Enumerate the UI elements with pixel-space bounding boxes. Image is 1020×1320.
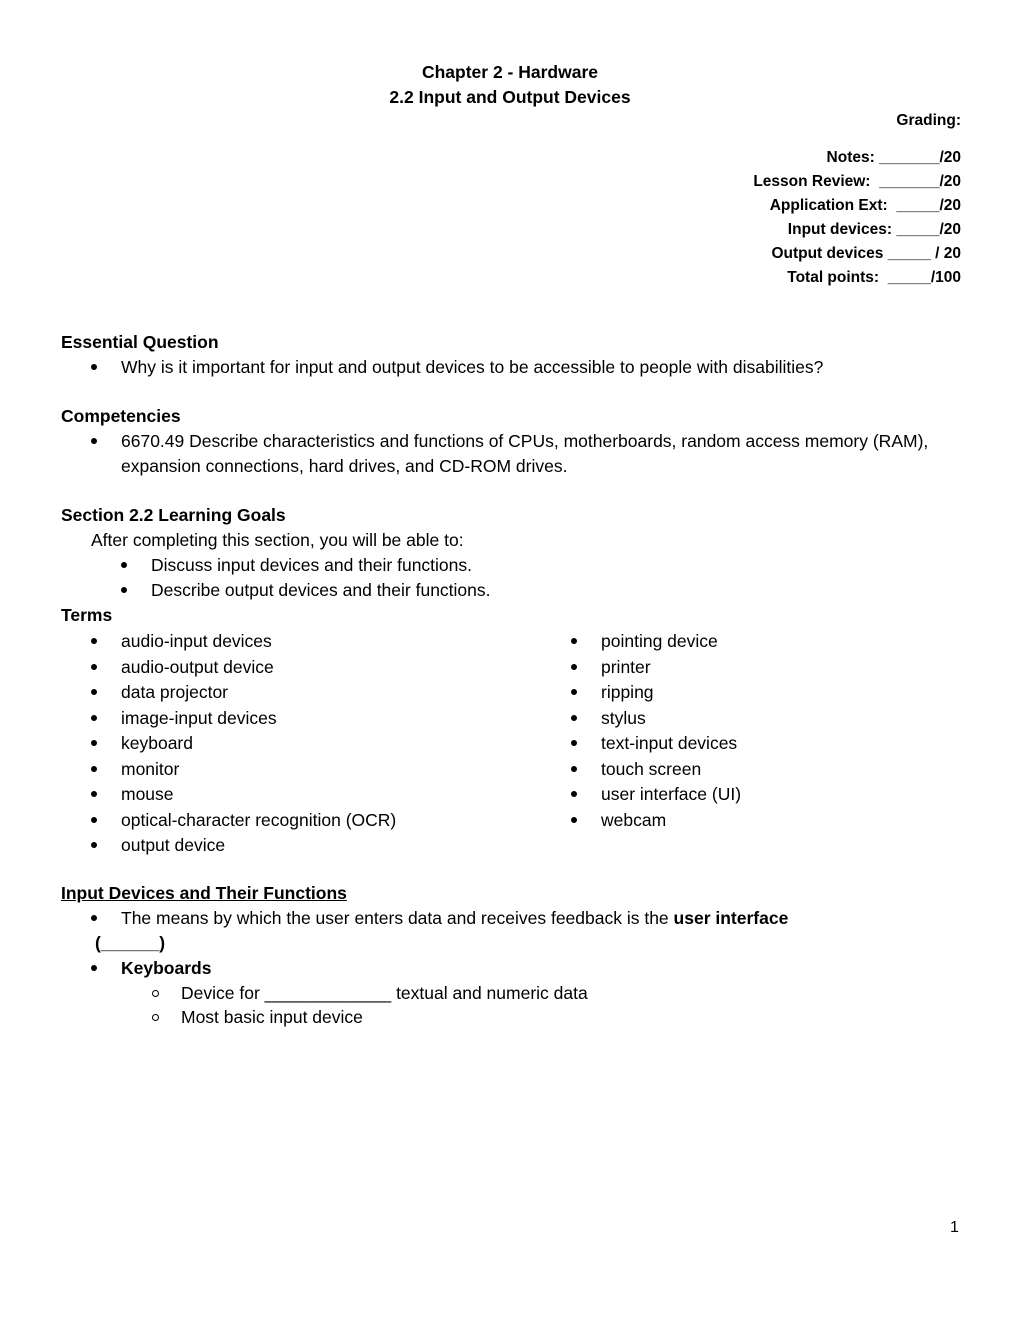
bullet-icon [571, 765, 577, 772]
bullet-icon [91, 915, 97, 921]
grading-row-max: /20 [939, 221, 961, 238]
keyboards-label: Keyboards [121, 958, 212, 978]
bullet-icon [571, 689, 577, 695]
page-number: 1 [950, 1219, 959, 1236]
bullet-icon [91, 638, 97, 644]
bullet-icon [91, 842, 97, 848]
input-devices-heading: Input Devices and Their Functions [61, 883, 347, 903]
term-text: output device [121, 835, 226, 855]
competency-text-line2: expansion connections, hard drives, and … [121, 456, 568, 476]
bullet-icon [91, 689, 97, 695]
grading-row-lesson-review: Lesson Review: _______/20 [753, 173, 961, 191]
grading-row-notes: Notes: _______/20 [827, 149, 961, 167]
bullet-icon [91, 816, 97, 823]
chapter-title: Chapter 2 - Hardware [421, 62, 599, 82]
term-text: ripping [601, 682, 654, 702]
document-page: Chapter 2 - Hardware 2.2 Input and Outpu… [0, 0, 1020, 1320]
grading-row-max: /20 [939, 197, 961, 214]
learning-goals-heading: Section 2.2 Learning Goals [61, 505, 286, 525]
term-text: data projector [121, 682, 229, 702]
term-text: stylus [601, 707, 646, 728]
sub-text-before: Device for [181, 983, 260, 1003]
grading-row-max: /20 [939, 173, 961, 190]
competency-text-line1: 6670.49 Describe characteristics and fun… [121, 431, 929, 451]
fill-in-blank[interactable]: _____________ [265, 983, 392, 1003]
user-interface-blank[interactable]: (______) [95, 933, 165, 954]
grading-row-max: / 20 [935, 245, 961, 262]
circle-bullet-icon [152, 1014, 159, 1021]
grading-row-label: Input devices: [787, 221, 893, 238]
essential-question-text: Why is it important for input and output… [121, 357, 824, 377]
bullet-icon [571, 714, 577, 721]
terms-heading: Terms [61, 605, 113, 625]
term-text: touch screen [601, 758, 702, 779]
term-text: webcam [601, 809, 667, 830]
bullet-icon [91, 364, 97, 370]
grading-row-total-points: Total points: _____/100 [787, 269, 961, 287]
section-title: 2.2 Input and Output Devices [389, 87, 631, 107]
bullet-icon [571, 663, 577, 670]
grading-row-label: Total points: [787, 269, 880, 286]
grading-row-application-ext: Application Ext: _____/20 [770, 197, 961, 215]
grading-row-blank[interactable]: _____ [888, 245, 931, 262]
grading-row-label: Output devices [771, 245, 884, 262]
keyboards-sub-text: Device for _____________ textual and num… [181, 983, 588, 1004]
user-interface-text: The means by which the user enters data … [121, 908, 788, 929]
term-text: mouse [121, 784, 174, 804]
bullet-icon [571, 638, 577, 644]
grading-row-blank[interactable]: _______ [879, 149, 939, 166]
bullet-icon [91, 438, 97, 444]
bullet-icon [91, 740, 97, 746]
learning-goal-text: Describe output devices and their functi… [151, 580, 491, 600]
grading-row-blank[interactable]: _____ [896, 221, 939, 238]
term-text: optical-character recognition (OCR) [121, 809, 397, 830]
bullet-icon [571, 816, 577, 823]
keyboards-sub-text: Most basic input device [181, 1007, 363, 1027]
bullet-icon [91, 965, 97, 971]
grading-row-blank[interactable]: _____ [896, 197, 939, 214]
term-text: monitor [121, 758, 180, 779]
grading-row-label: Notes: [826, 149, 875, 166]
user-interface-term: user interface [673, 908, 789, 928]
term-text: text-input devices [601, 733, 738, 753]
grading-row-input-devices: Input devices: _____/20 [788, 221, 961, 239]
grading-row-max: /20 [939, 149, 961, 166]
essential-question-heading: Essential Question [61, 332, 219, 352]
term-text: pointing device [601, 631, 718, 651]
grading-row-output-devices: Output devices _____ / 20 [771, 245, 961, 263]
grading-row-blank[interactable]: _______ [879, 173, 939, 190]
term-text: keyboard [121, 733, 193, 753]
competencies-heading: Competencies [61, 406, 181, 426]
term-text: audio-input devices [121, 631, 272, 651]
bullet-icon [91, 791, 97, 797]
bullet-icon [91, 714, 97, 721]
bullet-icon [121, 562, 127, 568]
term-text: user interface (UI) [601, 784, 742, 804]
bullet-icon [121, 587, 127, 593]
user-interface-text-plain: The means by which the user enters data … [121, 908, 669, 928]
term-text: image-input devices [121, 707, 277, 728]
bullet-icon [571, 791, 577, 797]
term-text: audio-output device [121, 656, 274, 677]
grading-label: Grading: [896, 112, 961, 129]
term-text: printer [601, 656, 651, 677]
grading-row-max: /100 [930, 269, 961, 286]
bullet-icon [571, 740, 577, 746]
bullet-icon [91, 765, 97, 772]
circle-bullet-icon [152, 990, 159, 997]
grading-row-label: Lesson Review: [753, 173, 871, 190]
learning-goal-text: Discuss input devices and their function… [151, 555, 472, 575]
sub-text-after: textual and numeric data [396, 983, 588, 1003]
grading-row-label: Application Ext: [769, 197, 888, 214]
grading-row-blank[interactable]: _____ [888, 269, 931, 286]
bullet-icon [91, 663, 97, 670]
learning-goals-intro: After completing this section, you will … [91, 530, 464, 550]
